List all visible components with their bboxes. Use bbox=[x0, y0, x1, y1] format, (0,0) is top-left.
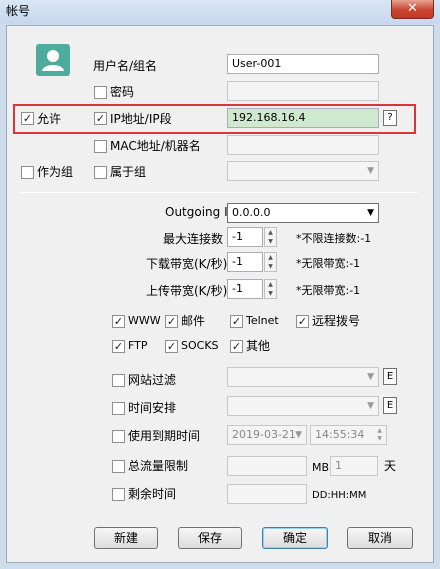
expiry-label: 使用到期时间 bbox=[128, 429, 201, 443]
max-connections-label: 最大连接数 bbox=[163, 232, 224, 246]
as-group-label: 作为组 bbox=[37, 165, 74, 179]
other-checkbox[interactable] bbox=[230, 340, 243, 353]
upload-label: 上传带宽(K/秒) bbox=[146, 284, 228, 298]
traffic-day-unit-label: 天 bbox=[384, 459, 397, 473]
chevron-down-icon: ▼ bbox=[295, 430, 302, 440]
traffic-limit-label: 总流量限制 bbox=[128, 459, 189, 473]
traffic-unit-label: MB bbox=[312, 461, 330, 474]
remaining-time-input[interactable] bbox=[227, 484, 307, 504]
download-spinner[interactable]: ▲ ▼ bbox=[264, 252, 277, 272]
socks-label: SOCKS bbox=[181, 339, 219, 352]
download-hint: *无限带宽:-1 bbox=[296, 257, 361, 270]
member-of-label: 属于组 bbox=[110, 165, 147, 179]
separator bbox=[18, 192, 418, 193]
allow-checkbox[interactable] bbox=[21, 112, 34, 125]
www-label: WWW bbox=[128, 314, 161, 327]
mail-checkbox[interactable] bbox=[165, 315, 178, 328]
remaining-time-checkbox[interactable] bbox=[112, 488, 125, 501]
outgoing-ip-value: 0.0.0.0 bbox=[232, 206, 271, 219]
ftp-checkbox[interactable] bbox=[112, 340, 125, 353]
remaining-time-label: 剩余时间 bbox=[128, 487, 177, 501]
upload-spinner[interactable]: ▲ ▼ bbox=[264, 279, 277, 299]
upload-hint: *无限带宽:-1 bbox=[296, 284, 361, 297]
chevron-down-icon: ▼ bbox=[367, 401, 374, 411]
schedule-label: 时间安排 bbox=[128, 401, 177, 415]
chevron-down-icon: ▼ bbox=[367, 372, 374, 382]
allow-label: 允许 bbox=[37, 112, 62, 126]
download-label: 下载带宽(K/秒) bbox=[146, 257, 228, 271]
mac-label: MAC地址/机器名 bbox=[110, 139, 201, 153]
site-filter-checkbox[interactable] bbox=[112, 374, 125, 387]
traffic-limit-input[interactable] bbox=[227, 456, 307, 476]
telnet-checkbox[interactable] bbox=[230, 315, 243, 328]
site-filter-edit-button[interactable]: E bbox=[383, 368, 397, 385]
ip-help-button[interactable]: ? bbox=[383, 110, 397, 126]
new-button[interactable]: 新建 bbox=[94, 527, 158, 549]
save-button[interactable]: 保存 bbox=[178, 527, 242, 549]
remaining-time-format: DD:HH:MM bbox=[312, 490, 367, 501]
other-label: 其他 bbox=[246, 339, 271, 353]
schedule-dropdown[interactable]: ▼ bbox=[227, 396, 379, 416]
traffic-days-input[interactable]: 1 bbox=[330, 456, 378, 476]
group-dropdown[interactable]: ▼ bbox=[227, 161, 379, 181]
mac-checkbox[interactable] bbox=[94, 140, 107, 153]
user-avatar-icon bbox=[36, 44, 70, 76]
mac-input[interactable] bbox=[227, 135, 379, 155]
download-input[interactable]: -1 bbox=[227, 252, 263, 272]
max-connections-spinner[interactable]: ▲ ▼ bbox=[264, 227, 277, 247]
password-input[interactable] bbox=[227, 81, 379, 101]
expiry-checkbox[interactable] bbox=[112, 430, 125, 443]
max-connections-hint: *不限连接数:-1 bbox=[296, 232, 372, 245]
site-filter-label: 网站过滤 bbox=[128, 373, 177, 387]
expiry-time-value: 14:55:34 bbox=[315, 428, 365, 441]
cancel-button[interactable]: 取消 bbox=[347, 527, 413, 549]
ip-address-input[interactable]: 192.168.16.4 bbox=[227, 108, 379, 128]
mail-label: 邮件 bbox=[181, 314, 206, 328]
ip-label: IP地址/IP段 bbox=[110, 112, 172, 126]
username-label: 用户名/组名 bbox=[93, 59, 158, 73]
schedule-edit-button[interactable]: E bbox=[383, 397, 397, 414]
member-of-checkbox[interactable] bbox=[94, 166, 107, 179]
ftp-label: FTP bbox=[128, 339, 148, 352]
telnet-label: Telnet bbox=[246, 314, 279, 327]
traffic-limit-checkbox[interactable] bbox=[112, 460, 125, 473]
www-checkbox[interactable] bbox=[112, 315, 125, 328]
password-checkbox[interactable] bbox=[94, 86, 107, 99]
chevron-down-icon: ▼ bbox=[367, 166, 374, 176]
as-group-checkbox[interactable] bbox=[21, 166, 34, 179]
username-input[interactable]: User-001 bbox=[227, 54, 379, 74]
password-label: 密码 bbox=[110, 85, 135, 99]
spinner-icon: ▲ ▼ bbox=[377, 427, 382, 442]
title-bar bbox=[0, 0, 440, 24]
chevron-down-icon: ▼ bbox=[367, 208, 374, 218]
site-filter-dropdown[interactable]: ▼ bbox=[227, 367, 379, 387]
ok-button[interactable]: 确定 bbox=[262, 527, 328, 549]
ip-checkbox[interactable] bbox=[94, 112, 107, 125]
remote-dial-label: 远程拨号 bbox=[312, 314, 361, 328]
expiry-date-picker[interactable]: 2019-03-21 ▼ bbox=[227, 425, 307, 445]
socks-checkbox[interactable] bbox=[165, 340, 178, 353]
expiry-time-picker[interactable]: 14:55:34 ▲ ▼ bbox=[310, 425, 387, 445]
close-button[interactable]: ✕ bbox=[391, 0, 434, 19]
upload-input[interactable]: -1 bbox=[227, 279, 263, 299]
outgoing-ip-label: Outgoing IP bbox=[165, 205, 235, 219]
window-title: 帐号 bbox=[6, 4, 31, 18]
max-connections-input[interactable]: -1 bbox=[227, 227, 263, 247]
remote-dial-checkbox[interactable] bbox=[296, 315, 309, 328]
expiry-date-value: 2019-03-21 bbox=[232, 428, 296, 441]
schedule-checkbox[interactable] bbox=[112, 402, 125, 415]
outgoing-ip-dropdown[interactable]: 0.0.0.0 ▼ bbox=[227, 203, 379, 223]
